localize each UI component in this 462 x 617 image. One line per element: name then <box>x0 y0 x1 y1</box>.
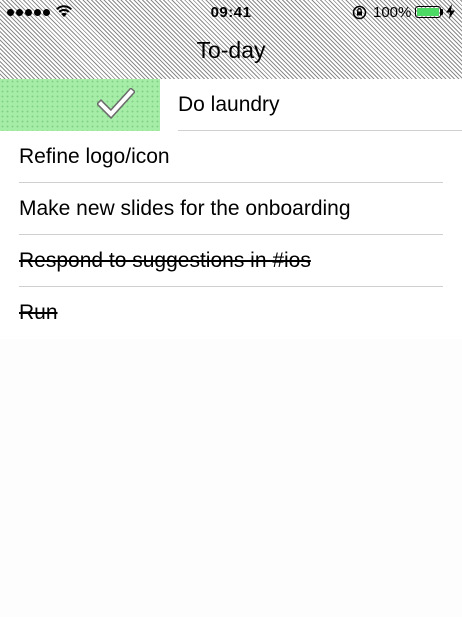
task-row[interactable]: Refine logo/icon <box>0 131 462 183</box>
task-row[interactable]: Make new slides for the onboarding <box>0 183 462 235</box>
empty-list-area <box>0 339 462 617</box>
task-label: Refine logo/icon <box>19 145 170 168</box>
header-bar: 09:41 100% To-day <box>0 0 462 79</box>
task-label: Make new slides for the onboarding <box>19 197 351 220</box>
task-label: Do laundry <box>178 93 280 116</box>
app-screen: 09:41 100% To-day Do laundry Refine logo… <box>0 0 462 617</box>
complete-swipe-action[interactable] <box>0 79 160 131</box>
task-label: Run <box>19 301 58 324</box>
charging-bolt-icon <box>446 4 455 19</box>
battery-tip <box>441 9 443 15</box>
task-label: Respond to suggestions in #ios <box>19 249 311 272</box>
battery-icon <box>415 6 441 18</box>
task-row-swiped[interactable]: Do laundry <box>0 79 462 131</box>
task-list: Do laundry Refine logo/icon Make new sli… <box>0 79 462 339</box>
battery-fill <box>417 8 439 16</box>
status-bar: 09:41 100% <box>0 0 462 26</box>
checkmark-icon <box>97 88 135 120</box>
task-row-completed[interactable]: Respond to suggestions in #ios <box>0 235 462 287</box>
rotation-lock-icon <box>352 5 367 20</box>
task-row-completed[interactable]: Run <box>0 287 462 339</box>
page-title: To-day <box>196 37 266 63</box>
battery-percent: 100% <box>373 4 412 21</box>
